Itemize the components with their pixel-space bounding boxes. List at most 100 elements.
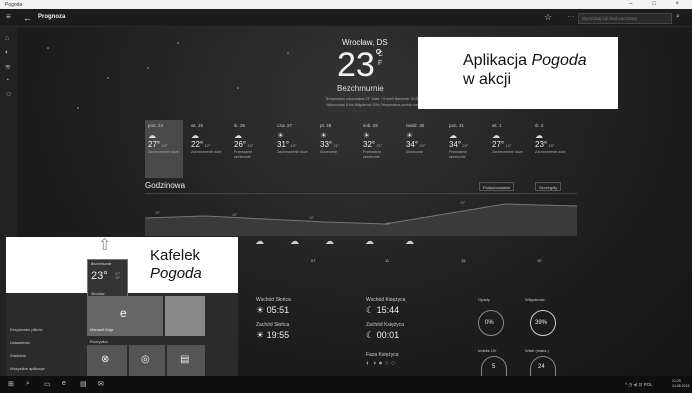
- hourly-temp-label: 20°: [155, 211, 161, 215]
- day-card[interactable]: pt. 28 ☀ 33° 21° Słonecznie: [317, 120, 355, 178]
- cloud-icon: ☁: [365, 236, 374, 246]
- hourly-time: 11: [385, 258, 390, 263]
- day-high: 32°: [363, 140, 376, 149]
- mail-icon[interactable]: ✉: [98, 380, 104, 388]
- start-item-settings[interactable]: Ustawienia: [10, 340, 30, 345]
- weather-icon: ☁: [492, 131, 500, 140]
- menu-icon[interactable]: ≡: [6, 12, 11, 21]
- cloud-icon: ☁: [405, 236, 414, 246]
- details-button[interactable]: Szczegóły: [535, 182, 562, 191]
- weather-icon: ☀: [363, 131, 371, 140]
- day-card[interactable]: pon. 24 ☁ 27° 15° Zachmurzenie duże: [145, 120, 183, 178]
- precip-value: 0%: [485, 320, 494, 326]
- day-high: 34°: [449, 140, 462, 149]
- day-desc: Zachmurzenie duże: [191, 150, 222, 154]
- day-desc: Zachmurzenie duże: [277, 150, 308, 154]
- moonrise-label: Wschód Księżyca: [366, 297, 406, 303]
- edge-icon[interactable]: e: [62, 380, 66, 387]
- sunrise-value: ☀ 05:51: [256, 305, 290, 315]
- window-title: Pogoda: [5, 2, 23, 8]
- hourly-time: 15: [461, 258, 466, 263]
- xbox-tile[interactable]: ⊗: [87, 345, 127, 376]
- tray-icons[interactable]: ^ ◷ ◂) ⊡ POL: [625, 382, 653, 388]
- hourly-time: 19: [537, 258, 542, 263]
- maps-icon[interactable]: ◐: [5, 49, 9, 56]
- day-name: pon. 31: [449, 123, 465, 128]
- day-card[interactable]: wt. 1 ☁ 27° 19° Zachmurzenie duże: [489, 120, 527, 178]
- weather-tile[interactable]: Bezchmurnie 23° 27° 15° Wrocław: [87, 259, 128, 299]
- day-name: wt. 25: [191, 123, 204, 128]
- day-high: 34°: [406, 140, 419, 149]
- day-high: 27°: [492, 140, 505, 149]
- cloud-icon: ☁: [325, 236, 334, 246]
- day-desc: Słonecznie: [320, 150, 338, 154]
- day-card[interactable]: pon. 31 ☁ 34° 20° Przewaźnie słonecznie: [446, 120, 484, 178]
- uv-value: 5: [492, 364, 496, 370]
- day-low: 19°: [290, 143, 297, 148]
- day-low: 21°: [333, 143, 340, 148]
- app-navbar: ≡ ← Prognoza ☆ ··· ⌕: [0, 9, 692, 27]
- photos-tile[interactable]: [165, 296, 205, 336]
- places-icon[interactable]: ◔: [5, 77, 9, 84]
- unit-fahrenheit[interactable]: F: [378, 60, 382, 67]
- day-card[interactable]: wt. 25 ☁ 22° 12° Zachmurzenie duże: [188, 120, 226, 178]
- start-item-all-apps[interactable]: Wszystkie aplikacje: [10, 366, 45, 371]
- day-card[interactable]: czw. 27 ☀ 31° 19° Zachmurzenie duże: [274, 120, 312, 178]
- groove-tile[interactable]: ◎: [129, 345, 165, 376]
- more-icon[interactable]: ···: [567, 12, 575, 21]
- sunset-label: Zachód Słońca: [256, 322, 290, 328]
- moonrise-value: ☾ 15:44: [366, 305, 400, 315]
- hourly-title: Godzinowa: [145, 181, 186, 190]
- day-card[interactable]: śr. 26 ☁ 26° 15° Przewaźnie słonecznie: [231, 120, 269, 178]
- day-name: czw. 27: [277, 123, 293, 128]
- news-icon[interactable]: ☺: [5, 91, 12, 98]
- favorite-icon[interactable]: ☆: [544, 12, 552, 23]
- edge-icon: e: [120, 306, 127, 320]
- task-view-icon[interactable]: ▭: [44, 380, 51, 388]
- day-card[interactable]: śr. 2 ☁ 23° 15° Zachmurzenie duże: [532, 120, 570, 178]
- day-name: śr. 26: [234, 123, 246, 128]
- day-desc: Słonecznie: [406, 150, 424, 154]
- day-name: niedz. 30: [406, 123, 425, 128]
- forecast-icon[interactable]: ⌂: [5, 35, 9, 42]
- explorer-icon[interactable]: ▤: [80, 380, 87, 388]
- movies-tile[interactable]: ▤: [167, 345, 205, 376]
- hourly-temp-label: 16°: [309, 216, 315, 220]
- day-card[interactable]: niedz. 30 ☀ 34° 20° Słonecznie: [403, 120, 441, 178]
- start-icon[interactable]: ⊞: [8, 380, 14, 388]
- day-low: 19°: [505, 143, 512, 148]
- moon-phase-label: Faza Księżyca: [366, 352, 399, 358]
- summary-button[interactable]: Podsumowanie: [479, 182, 515, 191]
- moonset-label: Zachód Księżyca: [366, 322, 405, 328]
- uv-label: Indeks UV: [478, 348, 497, 353]
- day-card[interactable]: sob. 29 ☀ 32° 21° Przewaźnie słonecznie: [360, 120, 398, 178]
- unit-celsius[interactable]: C: [378, 51, 383, 58]
- day-desc: Zachmurzenie duże: [535, 150, 566, 154]
- group-label: Rozrywka: [90, 339, 108, 344]
- edge-tile[interactable]: e Microsoft Edge: [87, 296, 163, 336]
- history-icon[interactable]: ≋: [5, 63, 11, 71]
- day-name: sob. 29: [363, 123, 378, 128]
- start-item-power[interactable]: Zasilanie: [10, 353, 26, 358]
- wind-label: Wiatr (maks.): [525, 348, 549, 353]
- search-icon[interactable]: ⌕: [676, 13, 680, 21]
- window-controls[interactable]: – □ ×: [629, 1, 688, 7]
- search-input[interactable]: [578, 13, 672, 24]
- moon-phase-icons: ◐ ◑ ● ○ ○: [366, 360, 395, 367]
- day-desc: Przewaźnie słonecznie: [449, 150, 468, 159]
- day-desc: Przewaźnie słonecznie: [234, 150, 253, 159]
- search-icon[interactable]: ⌕: [26, 380, 30, 388]
- day-low: 20°: [419, 143, 426, 148]
- annotation-app: Aplikacja Pogoda w akcji: [418, 37, 618, 109]
- hourly-temp-label: 15°: [385, 222, 391, 226]
- clock[interactable]: 21:29 24.08.2015: [672, 379, 690, 389]
- hourly-temp-label: 18°: [232, 213, 238, 217]
- moonset-value: ☾ 00:01: [366, 330, 400, 340]
- sunrise-label: Wschód Słońca: [256, 297, 291, 303]
- back-icon[interactable]: ←: [23, 13, 32, 23]
- day-low: 15°: [548, 143, 555, 148]
- day-high: 23°: [535, 140, 548, 149]
- start-item-explorer[interactable]: Eksplorator plików: [10, 327, 42, 332]
- day-desc: Zachmurzenie duże: [492, 150, 523, 154]
- weather-icon: ☁: [234, 131, 242, 140]
